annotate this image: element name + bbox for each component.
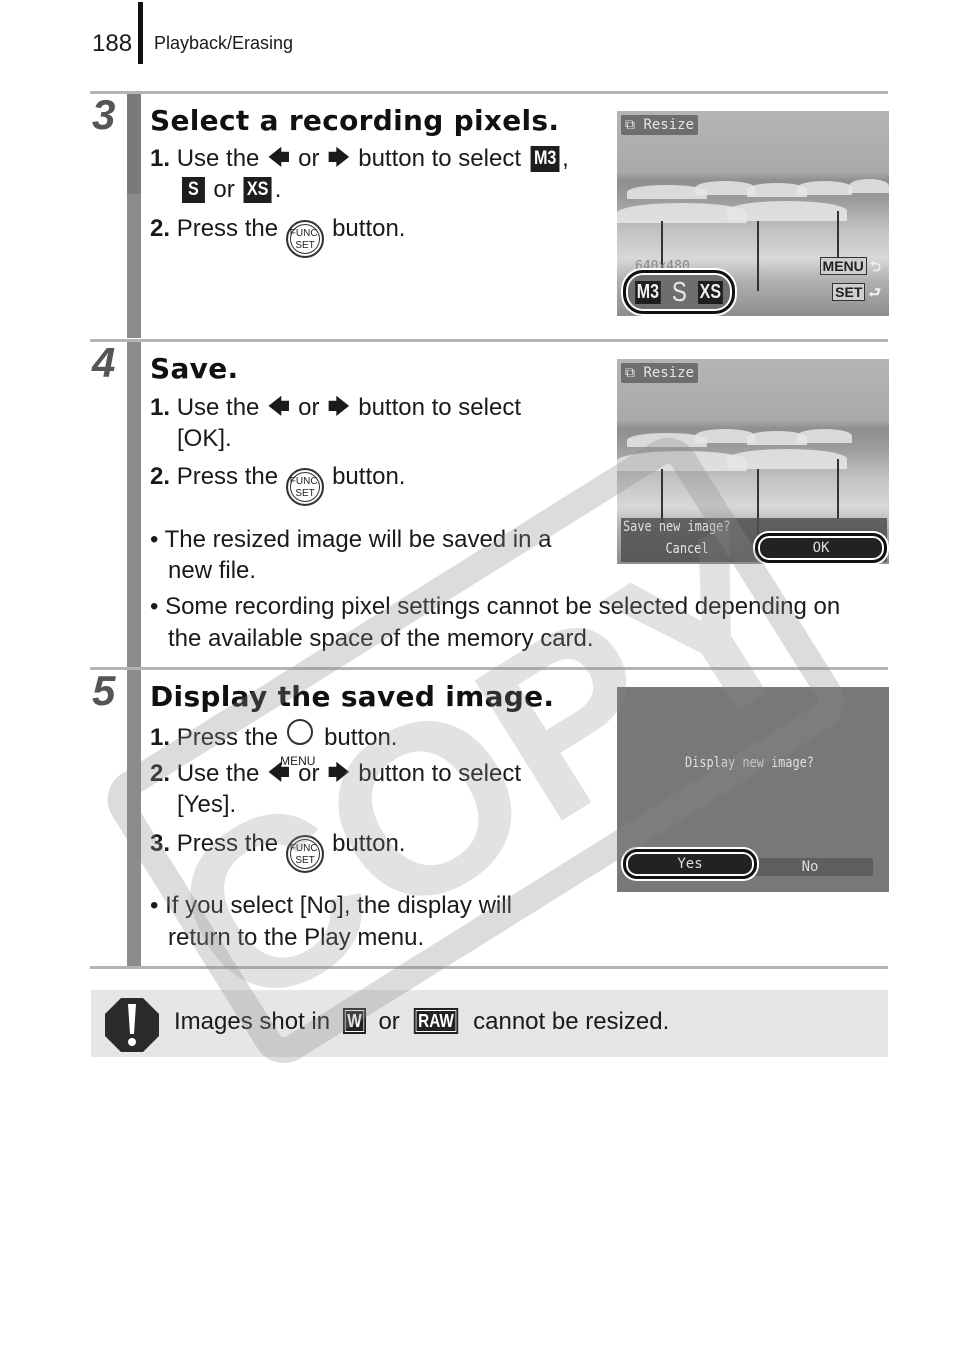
resize-label: ⧉ Resize — [621, 115, 699, 135]
menu-button-icon: MENU — [280, 719, 318, 768]
header-divider — [138, 2, 143, 64]
step-bar — [127, 94, 141, 338]
step-number: 5 — [92, 667, 116, 714]
s-size-icon: S — [182, 177, 205, 203]
right-arrow-icon: 🡆 — [327, 394, 351, 419]
cancel-option[interactable]: Cancel — [662, 541, 713, 557]
size-option-xs[interactable]: XS — [697, 280, 723, 304]
caution-note: Images shot in W or RAW cannot be resize… — [91, 990, 888, 1057]
camera-screen-display: Display new image? No Yes — [617, 687, 889, 892]
bullet-note: • The resized image will be saved in a — [150, 526, 552, 553]
camera-screen-resize: ⧉ Resize 640x480 M3 S XS MENU ⮌ SET ⮐ — [617, 111, 889, 316]
left-arrow-icon: 🡄 — [267, 760, 291, 785]
display-prompt: Display new image? — [685, 755, 814, 771]
ok-option[interactable]: OK — [755, 533, 887, 563]
step-divider — [90, 339, 888, 342]
widescreen-icon: W — [342, 1008, 366, 1034]
func-set-button-icon: FUNC. SET — [286, 468, 325, 506]
section-end-divider — [90, 966, 888, 969]
caution-text: Images shot in W or RAW cannot be resize… — [174, 1008, 670, 1035]
right-arrow-icon: 🡆 — [327, 760, 351, 785]
instruction-1: 1. Use the 🡄 or 🡆 button to select — [150, 391, 521, 424]
set-hint: SET ⮐ — [832, 282, 881, 306]
size-selector[interactable]: M3 S XS — [623, 270, 735, 314]
enter-icon: ⮐ — [868, 284, 881, 300]
step-bar — [127, 342, 141, 667]
bullet-note-cont: new file. — [168, 557, 257, 584]
instruction-3: 3. Press the FUNC. SETbutton. — [150, 828, 405, 873]
return-icon: ⮌ — [869, 258, 881, 274]
step-title: Select a recording pixels. — [150, 104, 560, 137]
instruction-2: 2. Press the FUNC. SETbutton. — [150, 213, 405, 258]
size-option-m3[interactable]: M3 — [635, 280, 662, 304]
section-title: Playback/Erasing — [154, 33, 294, 53]
raw-icon: RAW — [414, 1008, 459, 1034]
func-set-button-icon: FUNC. SET — [286, 835, 325, 873]
instruction-1-cont: S or XS. — [180, 174, 281, 206]
caution-icon — [105, 998, 159, 1052]
resize-label: ⧉ Resize — [621, 363, 699, 383]
step-divider — [90, 91, 888, 94]
step-title: Display the saved image. — [150, 680, 555, 713]
size-option-s[interactable]: S — [672, 276, 687, 308]
instruction-1: 1. Press the MENU button. — [150, 719, 397, 768]
func-set-button-icon: FUNC. SET — [286, 220, 325, 258]
instruction-1-cont: [OK]. — [177, 425, 232, 452]
step-divider — [90, 667, 888, 670]
bullet-note: • Some recording pixel settings cannot b… — [150, 593, 841, 620]
no-option[interactable]: No — [747, 858, 873, 876]
page-number: 188 — [92, 30, 133, 57]
bullet-note-cont: the available space of the memory card. — [168, 625, 594, 652]
bullet-note: • If you select [No], the display will — [150, 892, 512, 919]
m3-size-icon: M3 — [530, 146, 560, 172]
instruction-2: 2. Press the FUNC. SETbutton. — [150, 461, 405, 506]
step-title: Save. — [150, 352, 239, 385]
instruction-2: 2. Use the 🡄 or 🡆 button to select — [150, 757, 521, 790]
yes-option[interactable]: Yes — [623, 849, 757, 879]
menu-back-hint: MENU ⮌ — [819, 256, 881, 280]
step-bar — [127, 670, 141, 966]
save-prompt: Save new image? — [623, 519, 731, 535]
xs-size-icon: XS — [243, 177, 273, 203]
right-arrow-icon: 🡆 — [327, 145, 351, 170]
step-number: 4 — [92, 339, 116, 386]
instruction-1: 1. Use the 🡄 or 🡆 button to select M3, — [150, 142, 569, 175]
instruction-2-cont: [Yes]. — [177, 791, 237, 818]
step-number: 3 — [92, 91, 116, 138]
bullet-note-cont: return to the Play menu. — [168, 924, 425, 951]
left-arrow-icon: 🡄 — [267, 394, 291, 419]
left-arrow-icon: 🡄 — [267, 145, 291, 170]
camera-screen-save: ⧉ Resize Save new image? Cancel OK — [617, 359, 889, 564]
